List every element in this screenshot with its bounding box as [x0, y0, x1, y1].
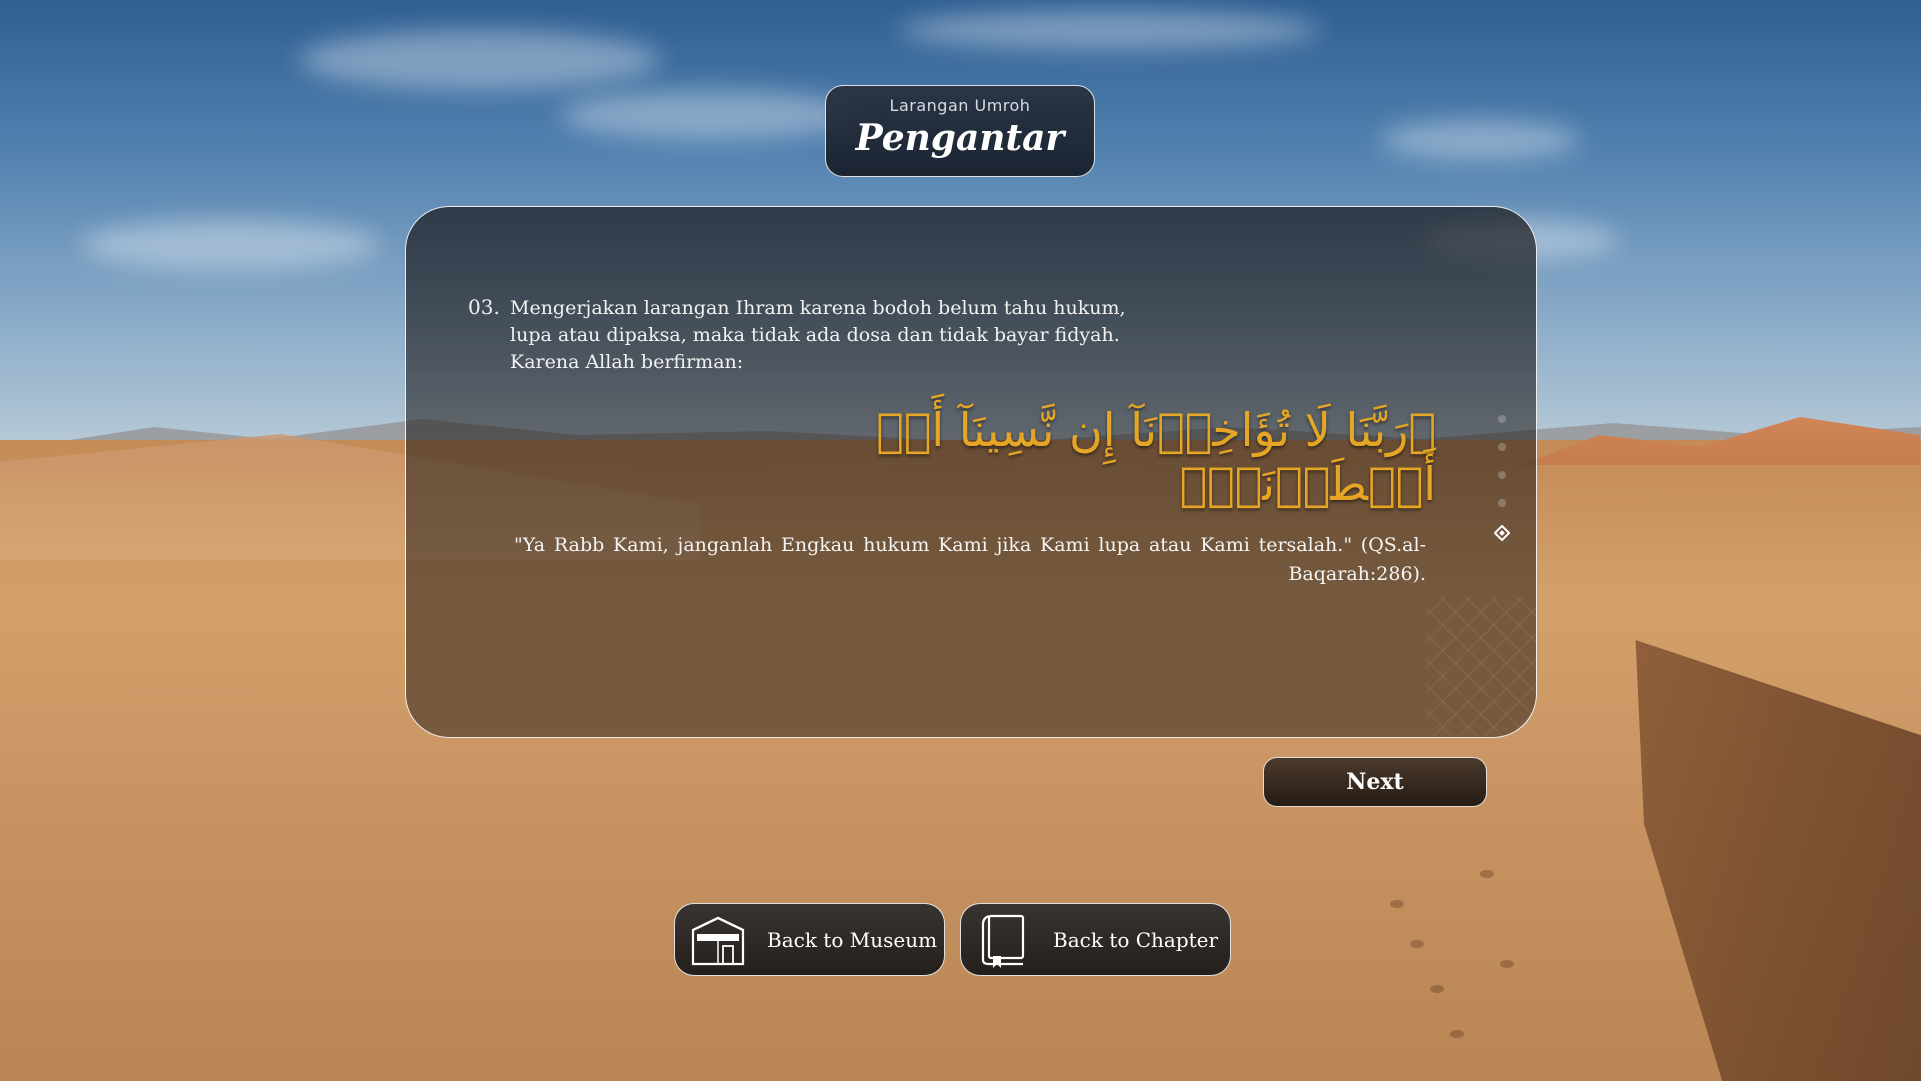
book-icon	[981, 914, 1025, 968]
content-card: 03. Mengerjakan larangan Ihram karena bo…	[405, 206, 1537, 738]
arabic-verse: ﴿رَبَّنَا لَا تُؤَاخِذۡنَآ إِن نَّسِينَآ…	[876, 403, 1436, 511]
page-dot-active[interactable]	[1493, 524, 1511, 542]
page-dot[interactable]	[1498, 471, 1506, 479]
title-badge: Larangan Umroh Pengantar	[825, 85, 1095, 177]
back-to-chapter-label: Back to Chapter	[1053, 927, 1219, 952]
page-subtitle: Larangan Umroh	[889, 96, 1031, 115]
back-to-chapter-button[interactable]: Back to Chapter	[960, 903, 1231, 976]
cloud	[300, 30, 660, 90]
page-dot[interactable]	[1498, 443, 1506, 451]
footprint	[1410, 940, 1424, 948]
cloud	[560, 90, 860, 140]
kaaba-icon	[691, 916, 745, 965]
footprint	[1430, 985, 1444, 993]
page-indicator	[1492, 415, 1512, 559]
item-number: 03.	[468, 295, 500, 319]
back-to-museum-label: Back to Museum	[767, 927, 938, 952]
footprint	[1500, 960, 1514, 968]
next-button[interactable]: Next	[1263, 757, 1487, 807]
cloud	[1380, 120, 1580, 160]
page-title: Pengantar	[855, 117, 1065, 159]
back-to-museum-button[interactable]: Back to Museum	[674, 903, 945, 976]
item-text: Mengerjakan larangan Ihram karena bodoh …	[510, 297, 1126, 373]
footprint	[1450, 1030, 1464, 1038]
verse-translation: "Ya Rabb Kami, janganlah Engkau hukum Ka…	[514, 534, 1426, 585]
footprint	[1480, 870, 1494, 878]
page-dot[interactable]	[1498, 499, 1506, 507]
cloud	[900, 10, 1320, 50]
footprint	[1390, 900, 1404, 908]
ornament-pattern	[1426, 597, 1536, 737]
cloud	[80, 220, 380, 270]
page-dot[interactable]	[1498, 415, 1506, 423]
